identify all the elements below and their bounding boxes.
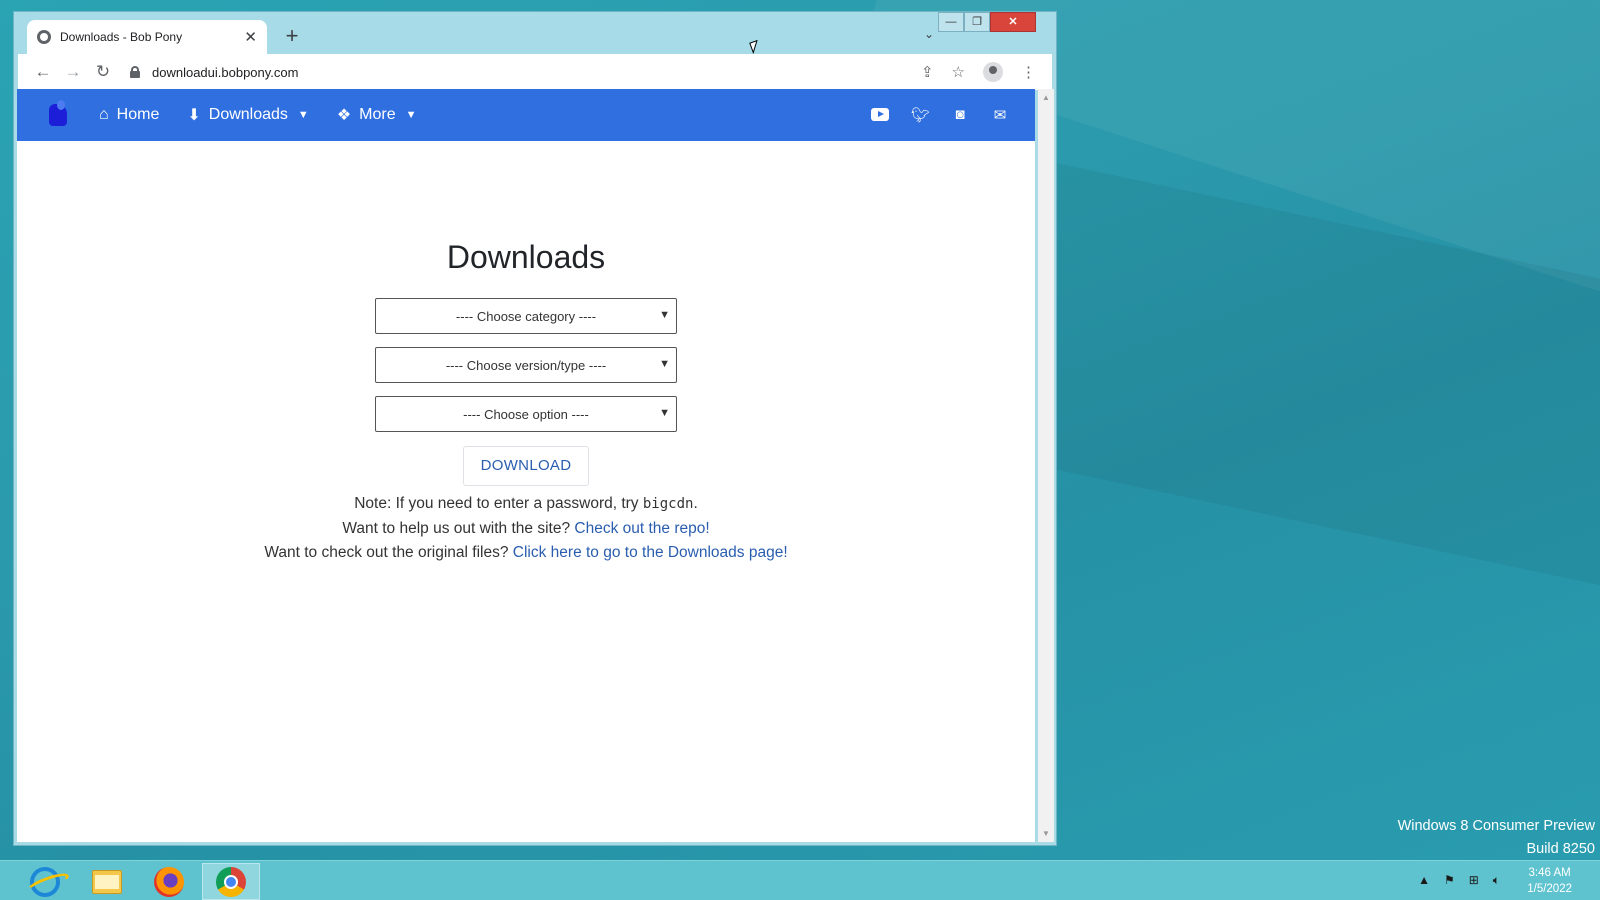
lock-icon: [130, 66, 140, 78]
option-select-value: ---- Choose option ----: [463, 406, 589, 422]
system-clock[interactable]: 3:46 AM 1/5/2022: [1527, 865, 1572, 897]
chevron-down-icon: ▼: [297, 109, 309, 121]
category-select-value: ---- Choose category ----: [455, 308, 597, 324]
category-select[interactable]: ---- Choose category ---- ▼: [375, 298, 677, 334]
forward-arrow-icon[interactable]: →: [58, 62, 88, 82]
network-icon[interactable]: ⊞: [1469, 873, 1479, 888]
globe-icon: [37, 30, 51, 44]
version-select[interactable]: ---- Choose version/type ---- ▼: [375, 347, 677, 383]
password-note: Note: If you need to enter a password, t…: [17, 492, 1035, 517]
chevron-down-icon: ▼: [659, 407, 670, 419]
download-button[interactable]: DOWNLOAD: [463, 446, 589, 486]
main-content: Downloads ---- Choose category ---- ▼ --…: [17, 141, 1035, 566]
address-bar[interactable]: downloadui.bobpony.com: [130, 65, 921, 80]
site-logo[interactable]: [43, 100, 73, 130]
scroll-up-icon[interactable]: ▲: [1042, 93, 1050, 102]
new-tab-button[interactable]: +: [279, 24, 305, 50]
chevron-down-icon: ▼: [659, 309, 670, 321]
watermark-line: Windows 8 Consumer Preview: [1397, 818, 1595, 834]
option-select[interactable]: ---- Choose option ---- ▼: [375, 396, 677, 432]
nav-downloads[interactable]: ⬇ Downloads ▼: [187, 105, 308, 125]
taskbar-chrome[interactable]: [202, 863, 260, 900]
nav-home[interactable]: ⌂ Home: [99, 106, 159, 124]
youtube-icon[interactable]: [871, 106, 889, 124]
chrome-icon: [216, 866, 246, 897]
page-scrollbar[interactable]: ▲ ▼: [1038, 89, 1054, 842]
url-text: downloadui.bobpony.com: [152, 64, 299, 80]
download-icon: ⬇: [187, 107, 201, 124]
firefox-icon: [154, 866, 184, 897]
cubes-icon: ❖: [336, 107, 352, 124]
volume-icon[interactable]: 🔈︎: [1493, 873, 1500, 888]
clock-time: 3:46 AM: [1528, 867, 1571, 879]
site-navbar: ⌂ Home ⬇ Downloads ▼ ❖ More ▼ 🐦︎ ◙ ✉: [17, 89, 1035, 141]
discord-icon[interactable]: ◙: [951, 106, 969, 124]
nav-downloads-label: Downloads: [208, 106, 288, 123]
back-arrow-icon[interactable]: ←: [28, 62, 58, 82]
password-note-suffix: .: [693, 495, 698, 512]
twitter-icon[interactable]: 🐦︎: [911, 106, 930, 124]
browser-tab[interactable]: Downloads - Bob Pony ✕: [27, 20, 267, 54]
help-note: Want to help us out with the site? Check…: [17, 517, 1035, 542]
original-files-note: Want to check out the original files? Cl…: [17, 541, 1035, 566]
kebab-menu-icon[interactable]: ⋮: [1021, 63, 1036, 81]
share-icon[interactable]: ⇪: [921, 63, 934, 81]
nav-more[interactable]: ❖ More ▼: [337, 105, 417, 125]
nav-home-label: Home: [116, 106, 160, 123]
bookmark-star-icon[interactable]: ☆: [952, 63, 965, 81]
chevron-down-icon: ▼: [405, 109, 417, 121]
browser-toolbar: ← → ↻ downloadui.bobpony.com ⇪ ☆ ⋮: [18, 54, 1052, 90]
minimize-button[interactable]: —: [938, 12, 964, 32]
maximize-button[interactable]: ❐: [964, 12, 990, 32]
taskbar: ▲ ⚑ ⊞ 🔈︎ 3:46 AM 1/5/2022: [0, 860, 1600, 900]
password-code: bigcdn: [642, 496, 694, 512]
close-window-button[interactable]: ✕: [990, 12, 1036, 32]
chevron-down-icon: ▼: [659, 358, 670, 370]
watermark-line: Build 8250: [1526, 841, 1595, 857]
window-controls: — ❐ ✕: [938, 12, 1036, 32]
flag-icon[interactable]: ⚑: [1444, 873, 1455, 888]
web-page: ⌂ Home ⬇ Downloads ▼ ❖ More ▼ 🐦︎ ◙ ✉ Dow…: [17, 89, 1035, 842]
os-watermark: Windows 8 Consumer Preview Build 8250: [1398, 815, 1595, 861]
file-explorer-icon: [92, 869, 122, 894]
social-links: 🐦︎ ◙ ✉: [871, 106, 1009, 124]
help-note-text: Want to help us out with the site?: [342, 519, 571, 537]
mail-icon[interactable]: ✉: [991, 106, 1009, 124]
nav-more-label: More: [359, 106, 396, 123]
version-select-value: ---- Choose version/type ----: [445, 357, 607, 373]
repo-link[interactable]: Check out the repo!: [574, 520, 709, 537]
toolbar-actions: ⇪ ☆ ⋮: [921, 62, 1036, 82]
page-heading: Downloads: [446, 239, 606, 275]
browser-titlebar: Downloads - Bob Pony ✕ + ⌄ — ❐ ✕: [14, 12, 1056, 54]
taskbar-explorer[interactable]: [78, 863, 136, 900]
taskbar-ie[interactable]: [16, 863, 74, 900]
profile-avatar-icon[interactable]: [983, 62, 1003, 82]
tab-search-chevron-icon[interactable]: ⌄: [924, 27, 934, 41]
tray-expand-icon[interactable]: ▲: [1418, 873, 1430, 888]
scroll-down-icon[interactable]: ▼: [1042, 829, 1050, 838]
notes-block: Note: If you need to enter a password, t…: [17, 492, 1035, 566]
tab-close-icon[interactable]: ✕: [244, 28, 257, 46]
taskbar-firefox[interactable]: [140, 863, 198, 900]
tab-title: Downloads - Bob Pony: [60, 30, 183, 44]
internet-explorer-icon: [30, 866, 60, 897]
system-tray: ▲ ⚑ ⊞ 🔈︎: [1418, 873, 1500, 888]
clock-date: 1/5/2022: [1527, 883, 1572, 895]
downloads-page-link[interactable]: Click here to go to the Downloads page!: [513, 544, 788, 561]
home-icon: ⌂: [99, 106, 109, 123]
reload-icon[interactable]: ↻: [88, 62, 118, 82]
original-files-text: Want to check out the original files?: [264, 544, 509, 561]
password-note-text: Note: If you need to enter a password, t…: [354, 495, 639, 512]
